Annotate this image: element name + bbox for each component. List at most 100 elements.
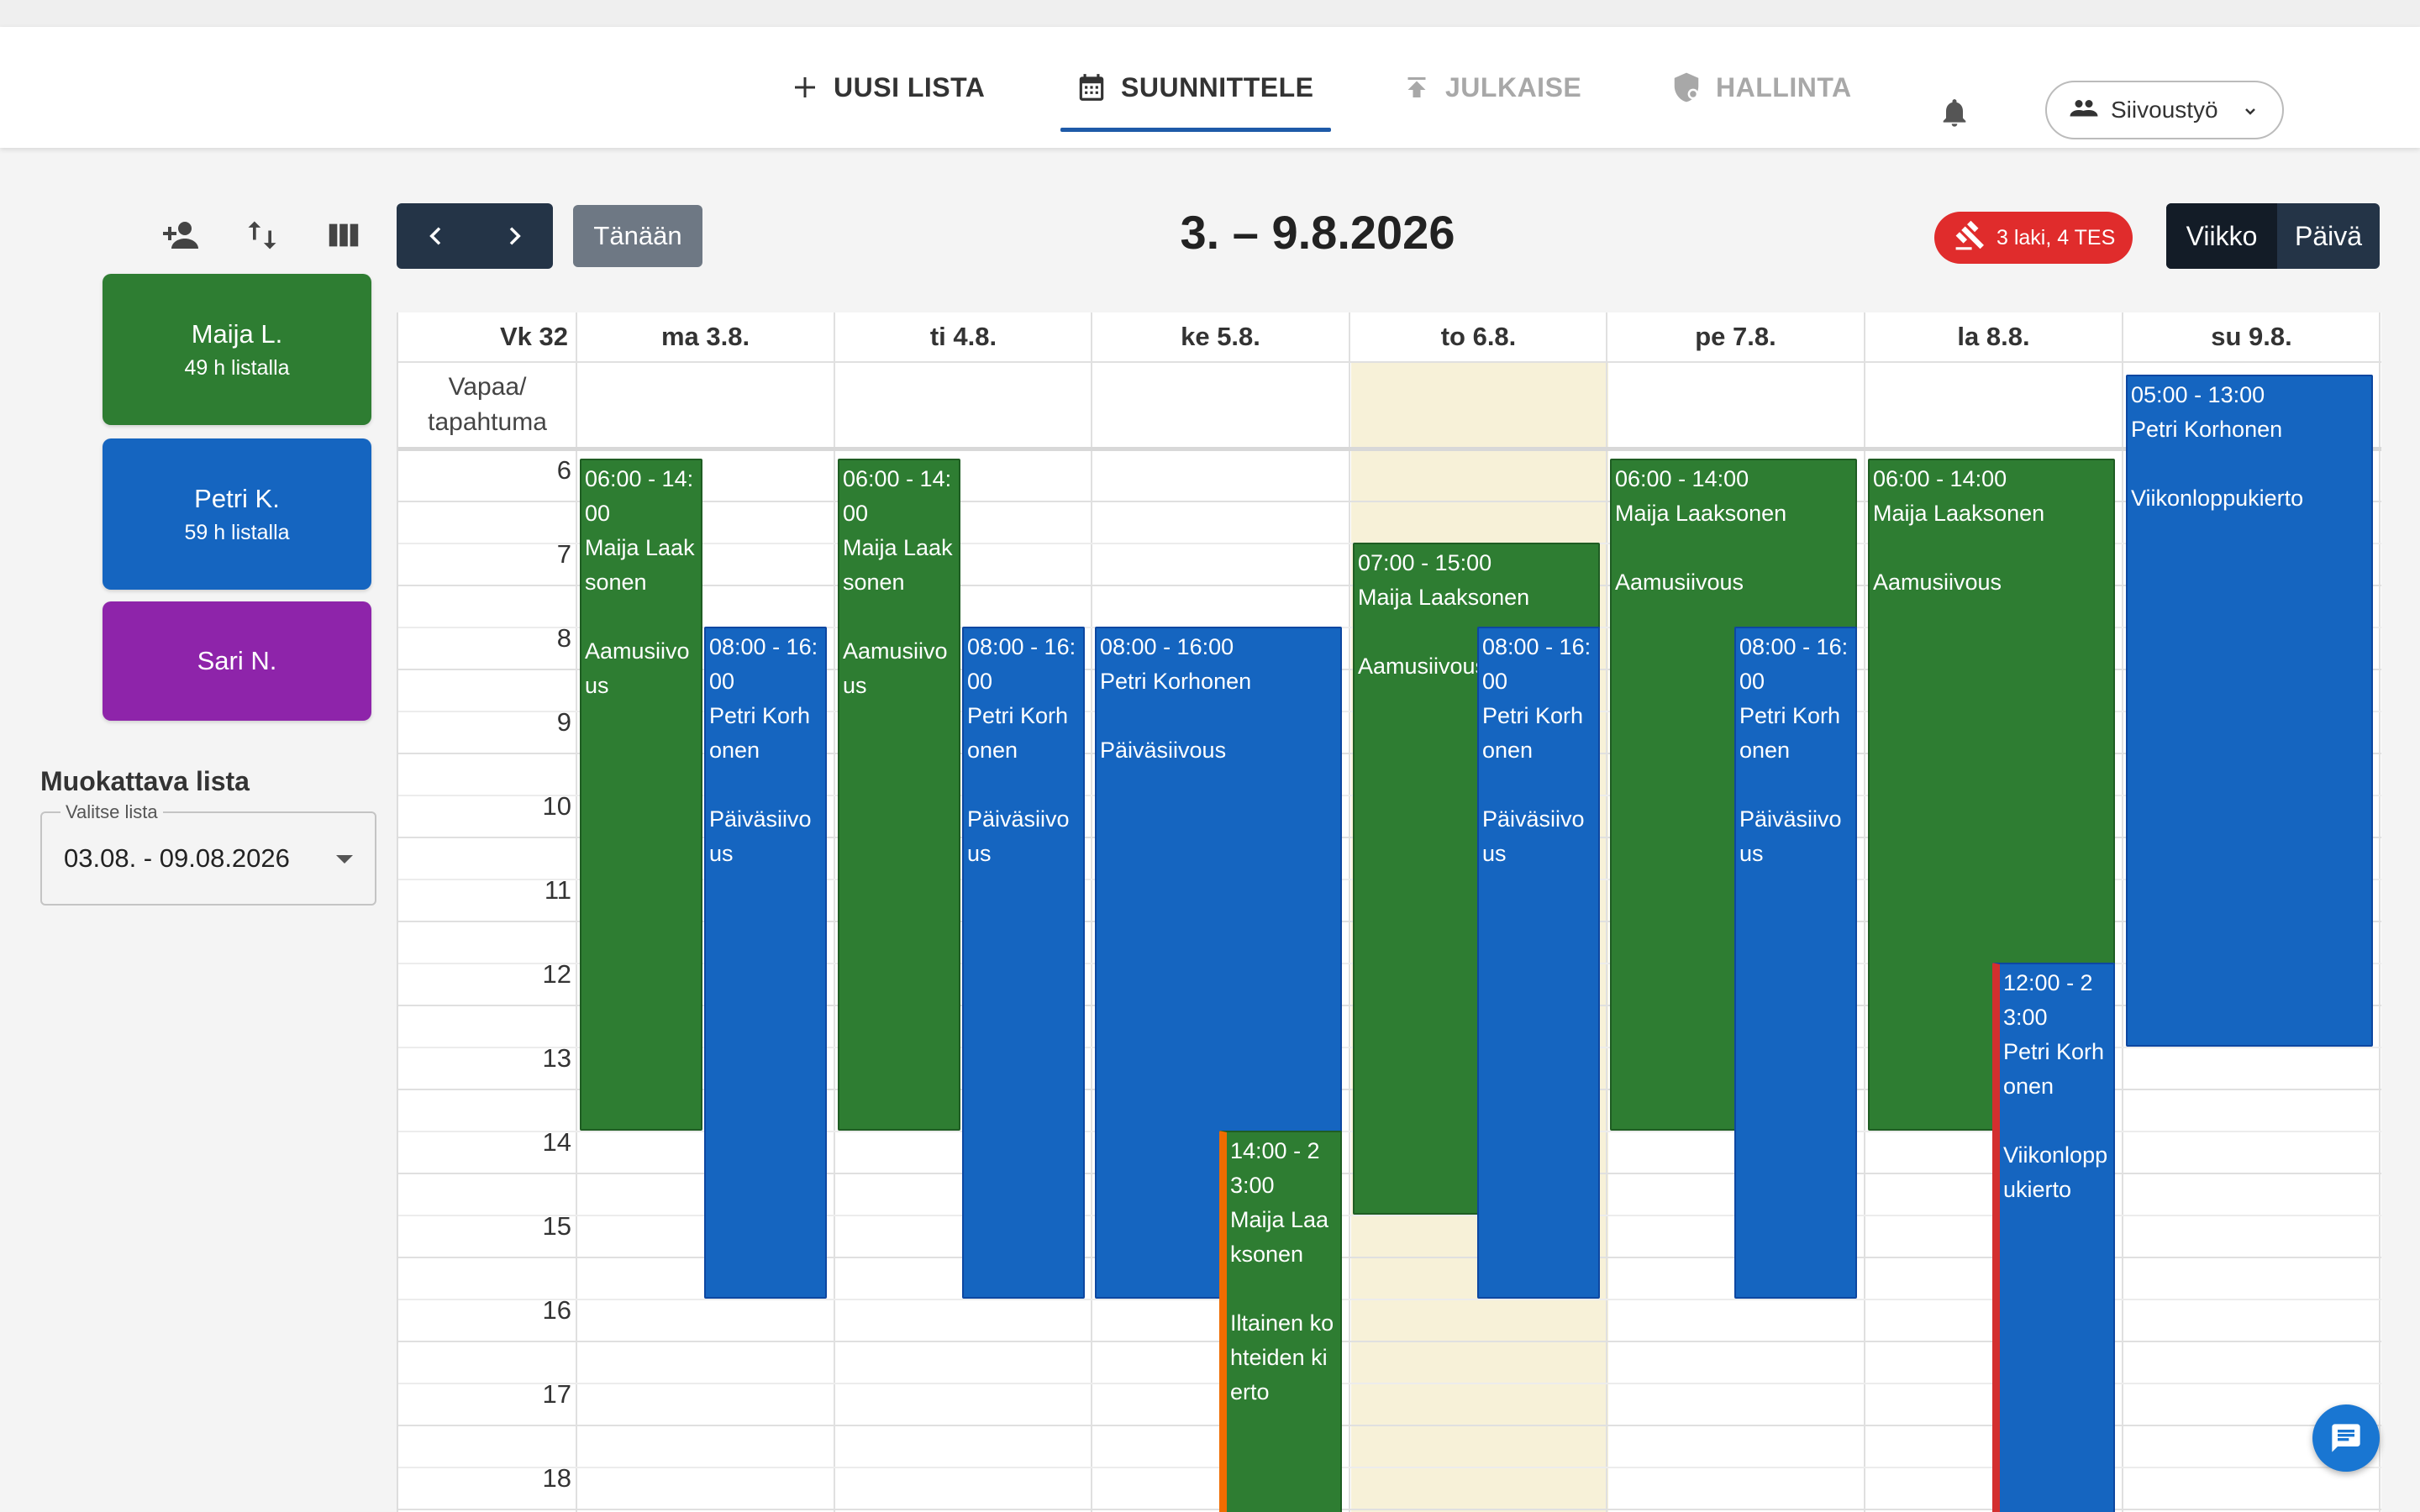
hour-label: 14 bbox=[542, 1127, 571, 1157]
hour-label: 15 bbox=[542, 1211, 571, 1241]
day-header[interactable]: ke 5.8. bbox=[1092, 312, 1349, 361]
chat-button[interactable] bbox=[2312, 1404, 2380, 1472]
shift-time: 12:00 - 23:00 bbox=[2003, 970, 2093, 1030]
shift-block[interactable]: 14:00 - 23:00 Maija Laaksonen Iltainen koh… bbox=[1219, 1131, 1342, 1512]
employee-hours: 59 h listalla bbox=[184, 520, 290, 544]
grid-row-line bbox=[398, 361, 2381, 363]
dropdown-caret-icon bbox=[336, 855, 353, 864]
nav-plan-label: SUUNNITTELE bbox=[1121, 71, 1314, 102]
shift-task: Päiväsiivous bbox=[1739, 806, 1842, 866]
date-range-title: 3. – 9.8.2026 bbox=[1180, 206, 1455, 259]
employee-name: Sari N. bbox=[197, 646, 277, 675]
today-button[interactable]: Tänään bbox=[573, 205, 702, 267]
shift-time: 08:00 - 16:00 bbox=[1739, 634, 1849, 694]
rule-violation-badge[interactable]: 3 laki, 4 TES bbox=[1934, 212, 2133, 264]
shift-block[interactable]: 08:00 - 16:00 Petri Korhonen Päiväsiivous bbox=[1477, 627, 1600, 1299]
plus-icon bbox=[790, 72, 820, 102]
shift-person: Maija Laaksonen bbox=[585, 535, 695, 595]
nav-new-list-label: UUSI LISTA bbox=[834, 71, 986, 102]
admin-shield-icon bbox=[1670, 71, 1702, 103]
calendar-icon bbox=[1076, 71, 1107, 103]
shift-block[interactable]: 06:00 - 14:00 Maija Laaksonen Aamusiivous bbox=[580, 459, 702, 1131]
week-calendar: Vk 32 ma 3.8. ti 4.8. ke 5.8. to 6.8. pe 7.8… bbox=[397, 312, 2381, 1512]
top-strip bbox=[0, 0, 2420, 27]
rule-violation-text: 3 laki, 4 TES bbox=[1996, 225, 2116, 249]
notifications-bell-icon[interactable] bbox=[1938, 94, 1971, 135]
shift-time: 08:00 - 16:00 bbox=[709, 634, 818, 694]
shift-block[interactable]: 08:00 - 16:00 Petri Korhonen Päiväsiivous bbox=[1734, 627, 1857, 1299]
shift-block[interactable]: 08:00 - 16:00 Petri Korhonen Päiväsiivous bbox=[962, 627, 1085, 1299]
hour-label: 18 bbox=[542, 1463, 571, 1493]
week-nav-buttons bbox=[397, 203, 553, 269]
day-header[interactable]: ti 4.8. bbox=[834, 312, 1092, 361]
nav-publish[interactable]: JULKAISE bbox=[1402, 27, 1581, 148]
shift-block[interactable]: 12:00 - 23:00 Petri Korhonen Viikonloppuki… bbox=[1992, 963, 2115, 1512]
employee-name: Petri K. bbox=[194, 483, 280, 513]
sort-icon[interactable] bbox=[244, 215, 281, 260]
editable-list-title: Muokattava lista bbox=[40, 766, 250, 796]
employee-name: Maija L. bbox=[191, 318, 283, 349]
grid-row-line bbox=[398, 447, 2381, 451]
shift-task: Päiväsiivous bbox=[967, 806, 1070, 866]
employee-card-petri[interactable]: Petri K. 59 h listalla bbox=[103, 438, 371, 590]
nav-new-list[interactable]: UUSI LISTA bbox=[790, 27, 985, 148]
prev-week-button[interactable] bbox=[397, 203, 475, 269]
shift-spacer bbox=[967, 768, 1080, 802]
shift-task: Päiväsiivous bbox=[709, 806, 812, 866]
employee-card-sari[interactable]: Sari N. bbox=[103, 601, 371, 721]
shift-time: 06:00 - 14:00 bbox=[843, 466, 952, 526]
shift-person: Maija Laaksonen bbox=[1358, 585, 1530, 610]
hour-label: 7 bbox=[556, 539, 571, 569]
shift-person: Petri Korhonen bbox=[2131, 417, 2283, 442]
team-selector-label: Siivoustyö bbox=[2111, 97, 2218, 123]
day-header[interactable]: la 8.8. bbox=[1865, 312, 2123, 361]
grid-column-line bbox=[2379, 312, 2381, 1512]
nav-publish-label: JULKAISE bbox=[1445, 71, 1582, 102]
day-header[interactable]: to 6.8. bbox=[1349, 312, 1607, 361]
shift-block[interactable]: 08:00 - 16:00 Petri Korhonen Päiväsiivous bbox=[704, 627, 827, 1299]
hour-label: 8 bbox=[556, 623, 571, 653]
shift-block[interactable]: 05:00 - 13:00 Petri Korhonen Viikonloppuki… bbox=[2126, 375, 2373, 1047]
day-header[interactable]: su 9.8. bbox=[2123, 312, 2381, 361]
list-select[interactable]: Valitse lista 03.08. - 09.08.2026 bbox=[40, 801, 376, 906]
shift-spacer bbox=[2131, 447, 2368, 481]
team-group-icon bbox=[2069, 97, 2099, 124]
hour-label: 13 bbox=[542, 1043, 571, 1073]
shift-person: Maija Laaksonen bbox=[843, 535, 953, 595]
week-number: Vk 32 bbox=[499, 322, 568, 351]
team-selector[interactable]: Siivoustyö bbox=[2045, 81, 2284, 139]
shift-task: Aamusiivous bbox=[1615, 570, 1744, 595]
nav-admin[interactable]: HALLINTA bbox=[1670, 27, 1852, 148]
shift-task: Viikonloppukierto bbox=[2003, 1142, 2108, 1202]
shift-person: Maija Laaksonen bbox=[1873, 501, 2045, 526]
day-header[interactable]: pe 7.8. bbox=[1607, 312, 1865, 361]
shift-task: Päiväsiivous bbox=[1100, 738, 1227, 763]
shift-spacer bbox=[709, 768, 822, 802]
free-event-row-label: Vapaa/ tapahtuma bbox=[428, 373, 547, 436]
chat-icon bbox=[2332, 1424, 2360, 1452]
day-header[interactable]: ma 3.8. bbox=[576, 312, 834, 361]
view-week-button[interactable]: Viikko bbox=[2166, 203, 2277, 269]
gavel-icon bbox=[1954, 219, 1986, 257]
employee-card-maija[interactable]: Maija L. 49 h listalla bbox=[103, 274, 371, 425]
shift-person: Petri Korhonen bbox=[2003, 1039, 2105, 1099]
shift-time: 07:00 - 15:00 bbox=[1358, 550, 1492, 575]
view-day-button[interactable]: Päivä bbox=[2277, 203, 2380, 269]
shift-spacer bbox=[1739, 768, 1852, 802]
shift-person: Petri Korhonen bbox=[709, 703, 811, 763]
hour-label: 11 bbox=[544, 875, 571, 905]
next-week-button[interactable] bbox=[475, 203, 553, 269]
shift-person: Petri Korhonen bbox=[1739, 703, 1841, 763]
shift-time: 06:00 - 14:00 bbox=[1873, 466, 2007, 491]
shift-person: Petri Korhonen bbox=[967, 703, 1069, 763]
grid-column-line bbox=[834, 312, 835, 1512]
columns-view-icon[interactable] bbox=[324, 215, 363, 260]
chevron-left-icon bbox=[429, 227, 440, 245]
grid-column-line bbox=[1091, 312, 1092, 1512]
add-person-icon[interactable] bbox=[161, 215, 202, 260]
shift-block[interactable]: 06:00 - 14:00 Maija Laaksonen Aamusiivous bbox=[838, 459, 960, 1131]
hour-label: 17 bbox=[542, 1379, 571, 1409]
shift-time: 06:00 - 14:00 bbox=[1615, 466, 1749, 491]
hour-label: 16 bbox=[542, 1295, 571, 1325]
shift-task: Viikonloppukierto bbox=[2131, 486, 2304, 511]
